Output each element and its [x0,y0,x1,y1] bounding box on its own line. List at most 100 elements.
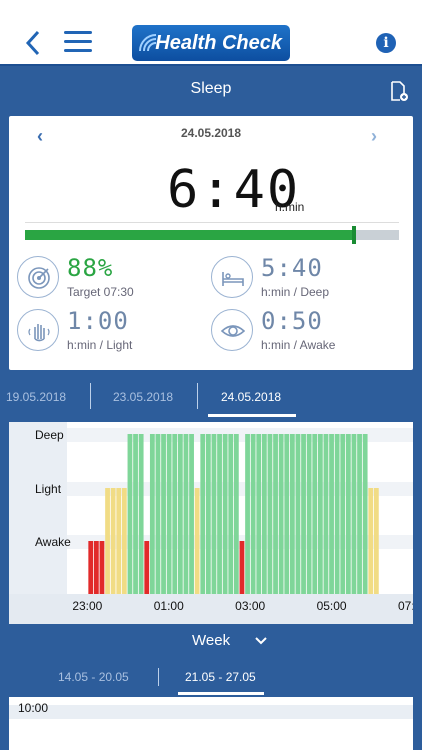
signal-arcs-icon [139,34,157,52]
tab-separator [158,668,159,686]
sleep-stage-bar [317,434,323,594]
period-label: Week [192,632,231,649]
period-selector[interactable]: Week [0,632,422,652]
sleep-stage-bar [144,541,150,594]
sleep-stage-bar [217,434,222,594]
info-icon[interactable]: i [376,33,396,53]
export-document-icon[interactable] [388,80,410,102]
x-tick-label: 03:00 [235,599,265,613]
app-logo: Health Check [132,25,290,61]
active-range-indicator [178,692,264,695]
sleep-stage-bar [172,434,178,594]
light-sleep-value: 1:00 [67,307,129,335]
sleep-stage-bar [149,434,155,594]
sleep-stage-bar [127,434,133,594]
sleep-stage-bar [373,488,379,594]
date-tabs: 19.05.2018 23.05.2018 24.05.2018 [0,380,422,417]
sleep-stage-bar [110,488,116,594]
tab-separator [197,383,198,409]
chart-band [9,705,413,719]
date-tab-active[interactable]: 24.05.2018 [221,390,281,404]
week-chart-first-label: 10:00 [18,701,49,715]
logo-text: Health Check [155,32,282,54]
y-axis-band [9,422,67,594]
eye-icon [211,309,253,351]
sleep-stage-bar [205,434,211,594]
y-tick-label: Awake [35,535,71,549]
sleep-stage-bar [351,434,357,594]
progress-fill [25,230,355,240]
week-chart-panel: 10:00 [9,697,413,750]
sleep-stage-bar [194,488,200,594]
sleep-stage-bar [99,541,105,594]
top-bar: Health Check i [0,0,422,66]
sleep-stage-bar [323,434,329,594]
sleep-stage-bar [161,434,166,594]
sleep-stage-bar [301,434,306,594]
x-tick-label: 23:00 [72,599,102,613]
menu-icon[interactable] [64,31,92,53]
sleep-stage-bar [138,434,144,594]
target-value: 88% [67,254,114,282]
sleep-stage-svg: Deep Light Awake 23:00 01:00 03:00 05:00 07:00 [9,422,413,624]
sleep-stage-bar [267,434,273,594]
sleep-stage-bar [245,434,250,594]
week-range-tabs: 14.05 - 20.05 21.05 - 27.05 [0,662,422,696]
sleep-stage-bar [228,434,234,594]
light-sleep-label: h:min / Light [67,338,133,352]
deep-sleep-label: h:min / Deep [261,285,330,299]
active-tab-indicator [208,414,296,417]
target-progress-bar [25,226,399,244]
x-tick-label: 05:00 [317,599,347,613]
sleep-stage-bar [340,434,346,594]
sleep-stage-bar [211,434,217,594]
sleep-summary-card: ‹ 24.05.2018 › 6:40 h:min 88% Target 07:… [9,116,413,370]
deep-sleep-value: 5:40 [261,254,323,282]
sleep-stage-bar [250,434,256,594]
chevron-down-icon [255,637,267,645]
sleep-stage-bar [222,434,228,594]
sleep-stage-bar [273,434,278,594]
x-tick-label: 01:00 [154,599,184,613]
range-tab-active[interactable]: 21.05 - 27.05 [185,670,256,684]
sleep-stage-bar [200,434,206,594]
sleep-stage-bar [329,434,334,594]
sleep-stage-bar [93,541,99,594]
sleep-stage-bar [105,488,110,594]
sleep-stage-bar [368,488,374,594]
date-tab[interactable]: 23.05.2018 [113,390,173,404]
sleep-stage-bar [116,488,122,594]
sleep-stage-bar [256,434,262,594]
sleep-stage-bar [133,434,138,594]
back-arrow-icon[interactable] [20,28,46,58]
sleep-stage-bar [362,434,368,594]
next-day-button[interactable]: › [371,126,377,147]
sleep-stage-bar [233,434,239,594]
sleep-stage-bar [121,488,127,594]
target-icon [17,256,59,298]
sleep-stage-bar [189,434,194,594]
sleep-stage-bar [306,434,312,594]
selected-date: 24.05.2018 [180,126,242,140]
page-title: Sleep [190,80,232,97]
sleep-stage-bar [295,434,301,594]
sleep-stage-bar [278,434,284,594]
sleep-stage-bar [177,434,183,594]
sleep-stage-bar [261,434,267,594]
awake-value: 0:50 [261,307,323,335]
hand-icon [17,309,59,351]
bed-icon [211,256,253,298]
divider [25,222,399,223]
sleep-stage-bar [312,434,318,594]
awake-label: h:min / Awake [261,338,336,352]
date-tab[interactable]: 19.05.2018 [6,390,66,404]
sleep-stage-bar [289,434,295,594]
y-tick-label: Light [35,482,62,496]
sleep-stage-bar [166,434,172,594]
sleep-stage-bar [334,434,340,594]
sleep-stage-bar [88,541,94,594]
range-tab[interactable]: 14.05 - 20.05 [58,670,129,684]
y-tick-label: Deep [35,428,64,442]
sleep-stage-bar [345,434,351,594]
sleep-stage-bar [239,541,245,594]
